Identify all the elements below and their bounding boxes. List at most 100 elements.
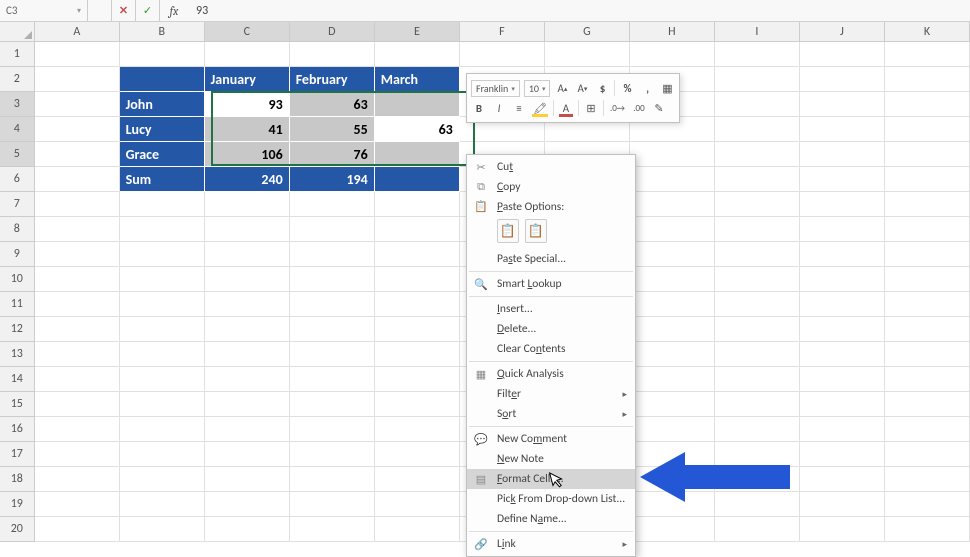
borders-icon[interactable]: ⊞ xyxy=(583,100,599,116)
cell-I3[interactable] xyxy=(715,92,800,117)
cell-D8[interactable] xyxy=(290,217,375,242)
cell-J8[interactable] xyxy=(800,217,885,242)
cell-K5[interactable] xyxy=(885,142,970,167)
cell-I15[interactable] xyxy=(715,392,800,417)
cell-C2[interactable]: January xyxy=(205,67,290,92)
row-header-15[interactable]: 15 xyxy=(0,392,35,417)
cell-K2[interactable] xyxy=(885,67,970,92)
decrease-font-icon[interactable]: A▾ xyxy=(574,80,590,96)
bold-icon[interactable]: B xyxy=(471,100,487,116)
cell-K6[interactable] xyxy=(885,167,970,192)
cell-K9[interactable] xyxy=(885,242,970,267)
row-header-11[interactable]: 11 xyxy=(0,292,35,317)
cell-H20[interactable] xyxy=(630,517,715,542)
cell-C19[interactable] xyxy=(205,492,290,517)
cell-B9[interactable] xyxy=(120,242,205,267)
cell-D20[interactable] xyxy=(290,517,375,542)
cell-H10[interactable] xyxy=(630,267,715,292)
cell-A3[interactable] xyxy=(35,92,120,117)
menu-item-sort[interactable]: Sort▸ xyxy=(467,404,635,424)
column-header-J[interactable]: J xyxy=(800,22,885,41)
menu-item-format-cells[interactable]: ▤Format Cells... xyxy=(467,469,635,489)
cell-E10[interactable] xyxy=(375,267,460,292)
cell-J17[interactable] xyxy=(800,442,885,467)
cell-K7[interactable] xyxy=(885,192,970,217)
menu-item-new-comment[interactable]: 💬New Comment xyxy=(467,429,635,449)
cell-K12[interactable] xyxy=(885,317,970,342)
row-header-16[interactable]: 16 xyxy=(0,417,35,442)
cell-C6[interactable]: 240 xyxy=(205,167,290,192)
menu-item-pick-from-drop-down-list[interactable]: Pick From Drop-down List... xyxy=(467,489,635,509)
cell-E20[interactable] xyxy=(375,517,460,542)
cell-J16[interactable] xyxy=(800,417,885,442)
cell-A8[interactable] xyxy=(35,217,120,242)
cell-C10[interactable] xyxy=(205,267,290,292)
column-header-A[interactable]: A xyxy=(35,22,120,41)
cell-B17[interactable] xyxy=(120,442,205,467)
menu-item-new-note[interactable]: New Note xyxy=(467,449,635,469)
row-header-10[interactable]: 10 xyxy=(0,267,35,292)
cell-J20[interactable] xyxy=(800,517,885,542)
cell-H6[interactable] xyxy=(630,167,715,192)
cell-I10[interactable] xyxy=(715,267,800,292)
name-box[interactable]: C3 ▾ xyxy=(0,0,88,21)
cell-E9[interactable] xyxy=(375,242,460,267)
cell-B19[interactable] xyxy=(120,492,205,517)
column-header-E[interactable]: E xyxy=(375,22,460,41)
cell-D12[interactable] xyxy=(290,317,375,342)
cell-E2[interactable]: March xyxy=(375,67,460,92)
cell-C5[interactable]: 106 xyxy=(205,142,290,167)
increase-font-icon[interactable]: A▴ xyxy=(554,80,570,96)
cell-J6[interactable] xyxy=(800,167,885,192)
cell-E1[interactable] xyxy=(375,42,460,67)
cell-E14[interactable] xyxy=(375,367,460,392)
font-size-select[interactable]: 10 ▾ xyxy=(524,80,551,97)
cell-B13[interactable] xyxy=(120,342,205,367)
cell-D19[interactable] xyxy=(290,492,375,517)
cell-E7[interactable] xyxy=(375,192,460,217)
row-header-4[interactable]: 4 xyxy=(0,117,35,142)
row-header-19[interactable]: 19 xyxy=(0,492,35,517)
cell-A7[interactable] xyxy=(35,192,120,217)
fill-color-icon[interactable]: 🖍 xyxy=(531,100,549,116)
row-header-13[interactable]: 13 xyxy=(0,342,35,367)
cell-H11[interactable] xyxy=(630,292,715,317)
row-header-3[interactable]: 3 xyxy=(0,92,35,117)
italic-icon[interactable]: I xyxy=(491,100,507,116)
cell-C15[interactable] xyxy=(205,392,290,417)
row-header-5[interactable]: 5 xyxy=(0,142,35,167)
row-header-14[interactable]: 14 xyxy=(0,367,35,392)
cell-J4[interactable] xyxy=(800,117,885,142)
menu-item-cut[interactable]: ✂Cut xyxy=(467,157,635,177)
cell-A6[interactable] xyxy=(35,167,120,192)
cell-A20[interactable] xyxy=(35,517,120,542)
cell-D4[interactable]: 55 xyxy=(290,117,375,142)
cell-E6[interactable] xyxy=(375,167,460,192)
cell-E8[interactable] xyxy=(375,217,460,242)
cell-B18[interactable] xyxy=(120,467,205,492)
cell-I5[interactable] xyxy=(715,142,800,167)
cell-E17[interactable] xyxy=(375,442,460,467)
cell-F1[interactable] xyxy=(460,42,545,67)
cell-D18[interactable] xyxy=(290,467,375,492)
cell-C1[interactable] xyxy=(205,42,290,67)
cell-A18[interactable] xyxy=(35,467,120,492)
cell-H12[interactable] xyxy=(630,317,715,342)
menu-item-clear-contents[interactable]: Clear Contents xyxy=(467,339,635,359)
cell-I13[interactable] xyxy=(715,342,800,367)
menu-item-copy[interactable]: ⧉Copy xyxy=(467,177,635,197)
cell-K20[interactable] xyxy=(885,517,970,542)
cell-E16[interactable] xyxy=(375,417,460,442)
cell-J15[interactable] xyxy=(800,392,885,417)
cell-J5[interactable] xyxy=(800,142,885,167)
cell-D13[interactable] xyxy=(290,342,375,367)
row-header-18[interactable]: 18 xyxy=(0,467,35,492)
cell-J1[interactable] xyxy=(800,42,885,67)
cell-D10[interactable] xyxy=(290,267,375,292)
cell-C14[interactable] xyxy=(205,367,290,392)
cell-J9[interactable] xyxy=(800,242,885,267)
cell-A9[interactable] xyxy=(35,242,120,267)
cell-J10[interactable] xyxy=(800,267,885,292)
cell-A5[interactable] xyxy=(35,142,120,167)
cell-B7[interactable] xyxy=(120,192,205,217)
